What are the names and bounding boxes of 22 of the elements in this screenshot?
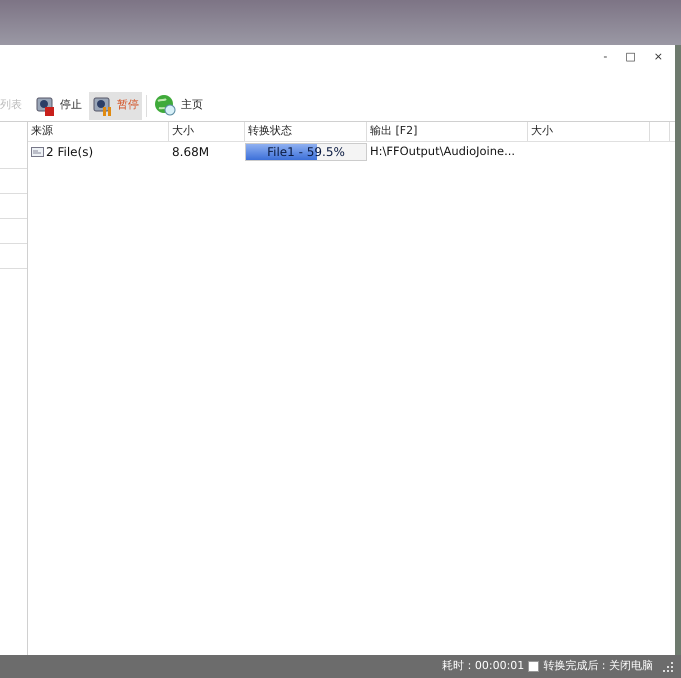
stop-icon <box>35 94 57 116</box>
column-header[interactable]: 输出 [F2] <box>367 122 528 141</box>
globe-icon <box>154 94 178 118</box>
column-header[interactable]: 大小 <box>528 122 650 141</box>
file-list-icon <box>31 147 44 157</box>
elapsed-time: 耗时 : 00:00:01 <box>442 658 524 674</box>
table-cell-text: H:\FFOutput\AudioJoine... <box>369 143 516 160</box>
close-button[interactable]: × <box>652 51 665 62</box>
column-header[interactable]: 转换状态 <box>245 122 367 141</box>
stop-button[interactable]: 停止 <box>32 92 85 120</box>
home-button[interactable]: 主页 <box>151 92 206 120</box>
checkbox[interactable] <box>528 661 540 672</box>
checkbox-label: 转换完成后 : 关闭电脑 <box>543 658 653 674</box>
list-tab-label: 列表 <box>0 97 23 114</box>
minimize-button[interactable]: - <box>601 51 610 62</box>
table-cell-text: 8.68M <box>171 144 210 161</box>
column-header[interactable]: 来源 <box>28 122 169 141</box>
table-cell-text: 2 File(s) <box>46 144 94 161</box>
column-header[interactable]: 大小 <box>169 122 245 141</box>
pause-icon <box>92 94 114 116</box>
maximize-button[interactable]: □ <box>623 51 638 62</box>
resize-grip-icon[interactable] <box>663 662 673 672</box>
